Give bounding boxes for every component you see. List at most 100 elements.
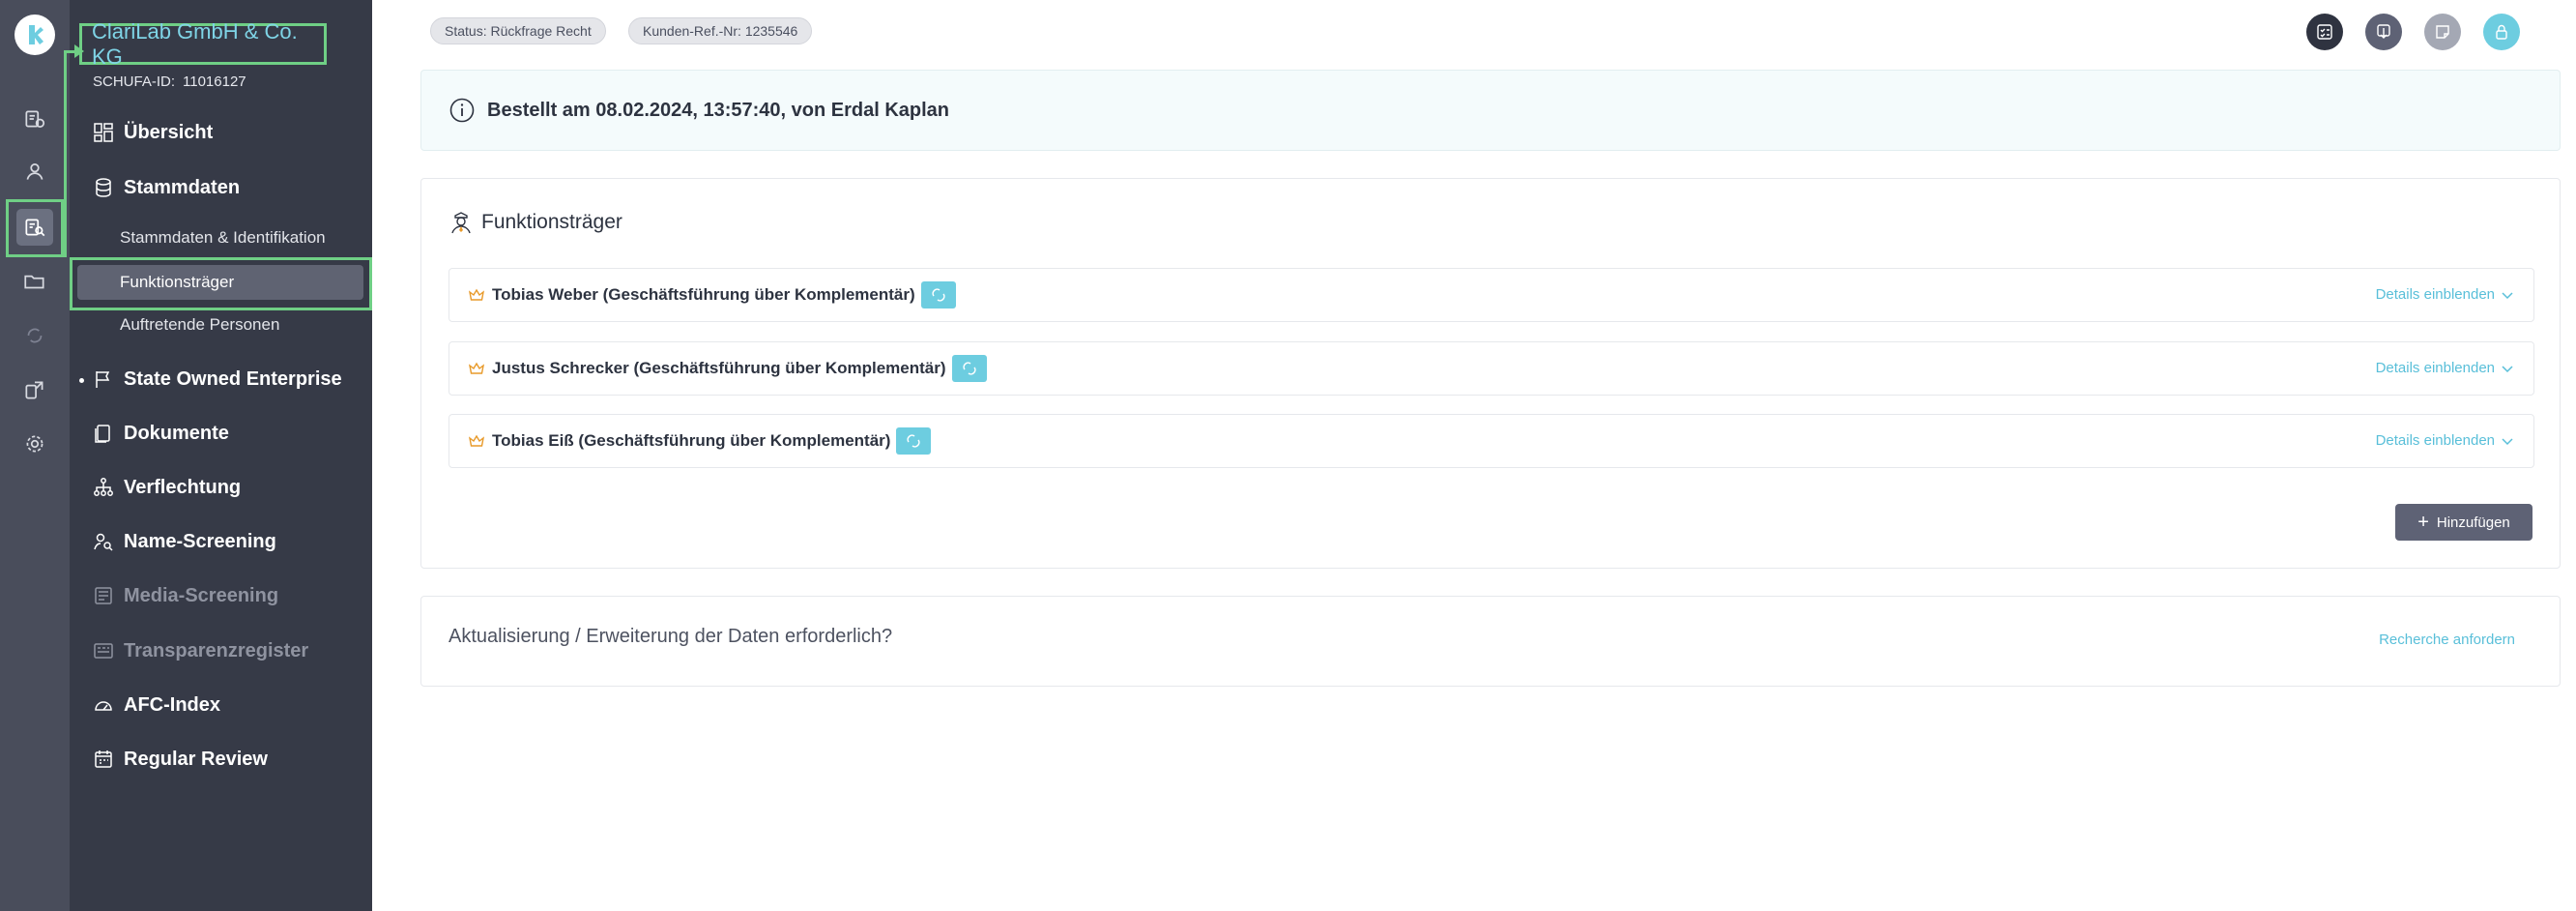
- rail-item-documents[interactable]: [16, 101, 53, 137]
- indicator-dot: [79, 378, 84, 383]
- logo-icon: [29, 25, 43, 44]
- annotation-arrow-line: [64, 50, 67, 257]
- nav-media-screening[interactable]: Media-Screening: [93, 581, 278, 610]
- details-toggle[interactable]: Details einblenden: [2376, 432, 2514, 449]
- rail-highlight-box: [6, 199, 64, 257]
- request-research-link[interactable]: Recherche anfordern: [2379, 632, 2515, 648]
- funktionstraeger-card: Funktionsträger Tobias Weber (Geschäftsf…: [420, 178, 2561, 569]
- refresh-icon: [27, 328, 43, 343]
- subnav-funktionstraeger[interactable]: Funktionsträger: [77, 265, 363, 300]
- documents-check-icon: [25, 110, 45, 128]
- crown-icon: [469, 288, 484, 301]
- annotation-arrow-head: [74, 44, 84, 58]
- person-row[interactable]: Justus Schrecker (Geschäftsführung über …: [449, 341, 2534, 396]
- register-icon: [94, 643, 113, 659]
- main-content: Status: Rückfrage Recht Kunden-Ref.-Nr: …: [372, 0, 2576, 911]
- crown-icon: [469, 434, 484, 447]
- person-row[interactable]: Tobias Weber (Geschäftsführung über Komp…: [449, 268, 2534, 322]
- nav-transparenzregister[interactable]: Transparenzregister: [93, 636, 308, 665]
- nav-uebersicht[interactable]: Übersicht: [93, 118, 213, 147]
- nav-uebersicht-label: Übersicht: [124, 121, 214, 143]
- ref-chip: Kunden-Ref.-Nr: 1235546: [628, 17, 813, 44]
- nav-stammdaten[interactable]: Stammdaten: [93, 173, 240, 202]
- nav-afc-index[interactable]: AFC-Index: [93, 691, 220, 720]
- add-button-label: Hinzufügen: [2436, 514, 2510, 531]
- nav-soe-label: State Owned Enterprise: [124, 367, 342, 390]
- nav-name-screening[interactable]: Name-Screening: [93, 527, 276, 556]
- rail-item-users[interactable]: [16, 154, 53, 191]
- note-button[interactable]: [2424, 14, 2461, 50]
- link-badge[interactable]: [951, 355, 987, 382]
- person-name: Tobias Weber (Geschäftsführung über Komp…: [492, 285, 915, 304]
- link-badge[interactable]: [920, 281, 956, 309]
- details-toggle[interactable]: Details einblenden: [2376, 286, 2514, 303]
- chevron-down-icon: [2502, 437, 2513, 445]
- company-highlight-box: ClariLab GmbH & Co. KG: [79, 19, 327, 69]
- rail-item-settings[interactable]: [16, 426, 53, 462]
- nav-afc-index-label: AFC-Index: [124, 693, 220, 716]
- lock-button[interactable]: [2483, 14, 2520, 50]
- nav-regular-review-label: Regular Review: [124, 748, 268, 770]
- document-icon: [95, 425, 110, 443]
- nav-soe[interactable]: State Owned Enterprise: [93, 365, 342, 394]
- order-info-banner: Bestellt am 08.02.2024, 13:57:40, von Er…: [420, 70, 2561, 151]
- company-name: ClariLab GmbH & Co. KG: [92, 18, 298, 69]
- nav-regular-review[interactable]: Regular Review: [93, 745, 268, 774]
- link-badge[interactable]: [896, 427, 932, 455]
- calendar-icon: [95, 750, 112, 768]
- subnav-identifikation[interactable]: Stammdaten & Identifikation: [120, 228, 326, 248]
- person-name: Justus Schrecker (Geschäftsführung über …: [492, 359, 946, 377]
- section-title-text: Funktionsträger: [481, 211, 622, 233]
- checklist-button[interactable]: [2306, 14, 2343, 50]
- info-icon: [449, 98, 475, 123]
- person-name: Tobias Eiß (Geschäftsführung über Komple…: [492, 431, 891, 450]
- gauge-icon: [95, 701, 112, 711]
- nav-dokumente-label: Dokumente: [124, 422, 229, 444]
- nav-verflechtung-label: Verflechtung: [124, 476, 242, 498]
- lock-icon: [2496, 24, 2507, 40]
- rail-item-transfer[interactable]: [16, 371, 53, 408]
- nav-stammdaten-label: Stammdaten: [124, 176, 241, 198]
- download-icon: [2377, 24, 2390, 39]
- dashboard-icon: [94, 123, 113, 142]
- database-icon: [96, 178, 111, 197]
- subnav-personen[interactable]: Auftretende Personen: [120, 315, 279, 335]
- link-icon: [907, 434, 921, 448]
- section-title: Funktionsträger: [449, 210, 622, 235]
- details-label: Details einblenden: [2375, 360, 2495, 376]
- nav-dokumente[interactable]: Dokumente: [93, 419, 229, 448]
- schufa-label: SCHUFA-ID:: [93, 73, 176, 90]
- nav-name-screening-label: Name-Screening: [124, 530, 276, 552]
- rail-item-folder[interactable]: [16, 263, 53, 300]
- crown-icon: [469, 362, 484, 374]
- checklist-icon: [2317, 24, 2332, 40]
- update-question: Aktualisierung / Erweiterung der Daten e…: [449, 626, 893, 647]
- folder-icon: [24, 275, 44, 289]
- user-search-icon: [94, 533, 113, 551]
- app-logo[interactable]: [14, 15, 55, 55]
- chevron-down-icon: [2502, 291, 2513, 299]
- link-icon: [932, 288, 945, 302]
- chevron-down-icon: [2502, 365, 2513, 372]
- newspaper-icon: [95, 587, 112, 604]
- sidebar: ClariLab GmbH & Co. KG SCHUFA-ID: 1101612…: [70, 0, 372, 911]
- schufa-value: 11016127: [183, 73, 246, 90]
- nav-media-screening-label: Media-Screening: [124, 584, 279, 606]
- update-request-card: Aktualisierung / Erweiterung der Daten e…: [420, 596, 2561, 687]
- link-icon: [962, 362, 976, 375]
- status-chip: Status: Rückfrage Recht: [430, 17, 606, 44]
- user-icon: [26, 163, 43, 180]
- rail-item-refresh[interactable]: [16, 317, 53, 354]
- note-icon: [2436, 25, 2449, 39]
- hierarchy-icon: [94, 478, 113, 496]
- details-toggle[interactable]: Details einblenden: [2376, 360, 2514, 376]
- nav-verflechtung[interactable]: Verflechtung: [93, 473, 241, 502]
- gear-icon: [26, 435, 43, 453]
- person-row[interactable]: Tobias Eiß (Geschäftsführung über Komple…: [449, 414, 2534, 468]
- download-button[interactable]: [2365, 14, 2402, 50]
- add-button[interactable]: + Hinzufügen: [2395, 504, 2533, 541]
- plus-icon: +: [2417, 512, 2429, 533]
- flag-icon: [96, 371, 110, 388]
- transfer-icon: [25, 381, 43, 399]
- schufa-id: SCHUFA-ID: 11016127: [93, 73, 246, 90]
